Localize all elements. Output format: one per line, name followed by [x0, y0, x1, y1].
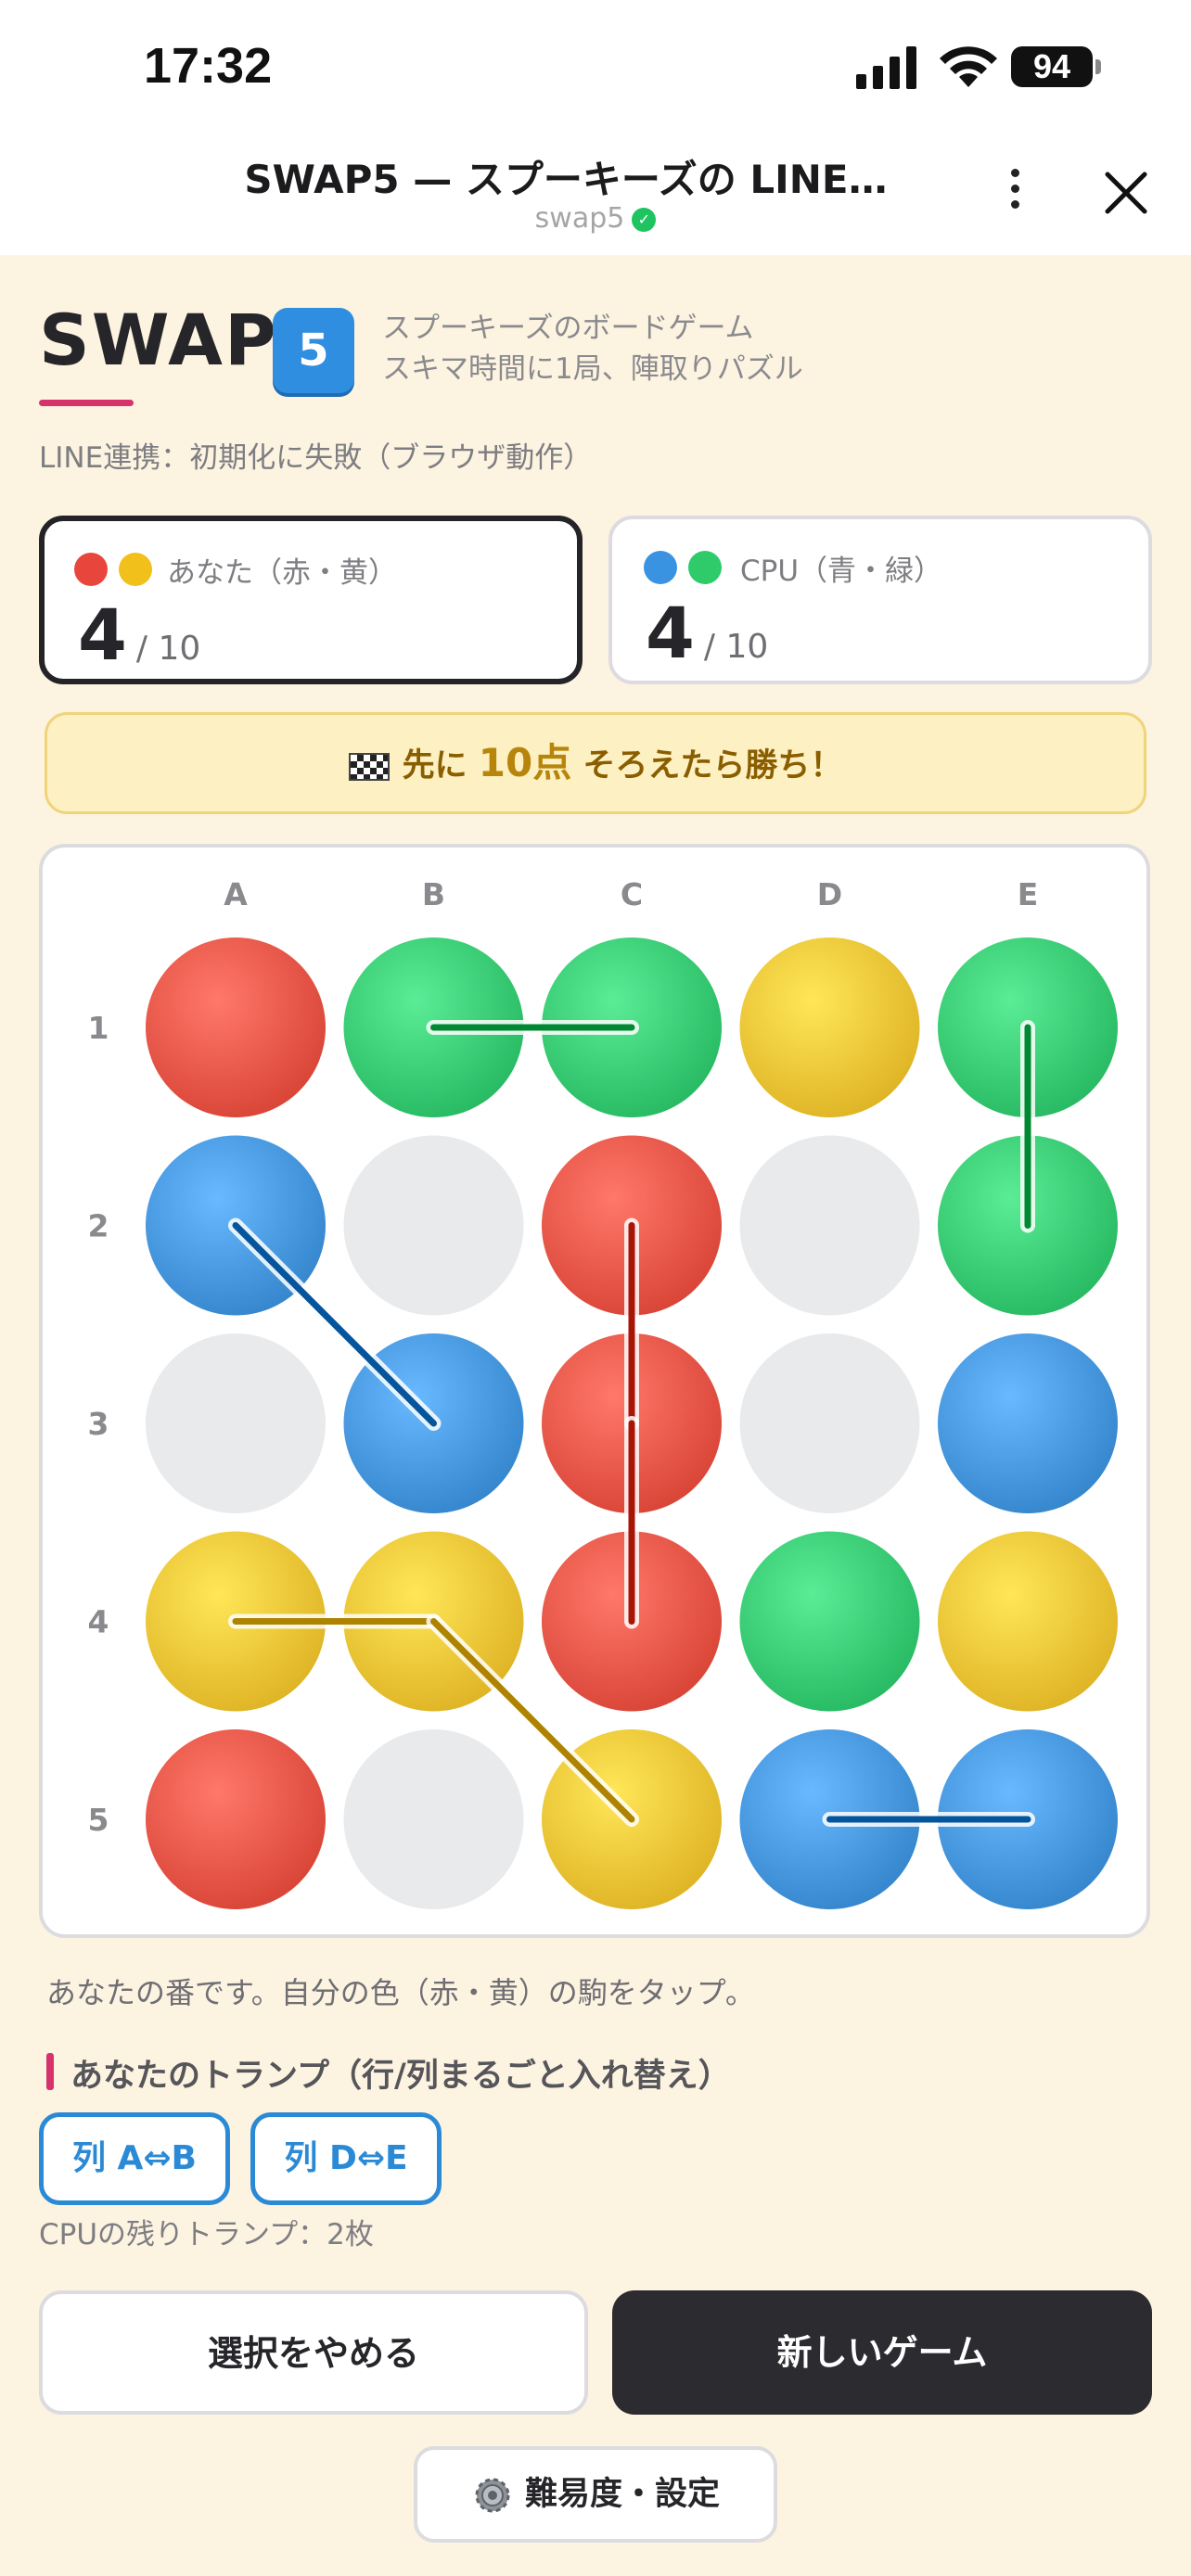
- score-total-you: / 10: [135, 630, 201, 668]
- more-options-icon[interactable]: [1002, 163, 1028, 228]
- logo-badge: 5: [273, 308, 354, 393]
- board-cell-d3-empty[interactable]: [739, 1333, 920, 1513]
- page-subtitle-text: swap5: [534, 202, 625, 235]
- score-card-you: あなた（赤・黄） 4/ 10: [39, 516, 583, 684]
- tagline: スプーキーズのボードゲーム スキマ時間に1局、陣取りパズル: [382, 308, 803, 389]
- board-cell-e4-yellow[interactable]: [938, 1531, 1118, 1712]
- settings-button[interactable]: 難易度・設定: [414, 2446, 777, 2543]
- close-icon[interactable]: [1100, 167, 1152, 219]
- status-time: 17:32: [144, 38, 273, 94]
- verified-badge-icon: ✓: [632, 207, 657, 232]
- board-cell-b5-empty[interactable]: [343, 1729, 524, 1909]
- column-header-a: A: [224, 876, 248, 912]
- cpu-trumps-remaining: CPUの残りトランプ：2枚: [39, 2218, 374, 2251]
- game-board: A B C D E 1 2 3 4 5: [39, 844, 1150, 1938]
- board-cell-a5-red[interactable]: [146, 1729, 326, 1909]
- score-number-cpu: 4: [646, 592, 695, 674]
- board-cell-b2-empty[interactable]: [343, 1135, 524, 1316]
- tagline-line-2: スキマ時間に1局、陣取りパズル: [382, 352, 803, 386]
- row-header-2: 2: [88, 1208, 109, 1244]
- title-bar: SWAP5 — スプーキーズの LINE… swap5 ✓: [0, 139, 1191, 255]
- red-dot-icon: [74, 553, 108, 586]
- battery-tip: [1095, 59, 1101, 74]
- line-status: LINE連携：初期化に失敗（ブラウザ動作）: [39, 441, 593, 475]
- board-cell-a3-empty[interactable]: [146, 1333, 326, 1513]
- goal-target: 10点: [478, 740, 572, 785]
- blue-dot-icon: [644, 551, 677, 584]
- score-label-cpu: CPU（青・緑）: [740, 555, 943, 588]
- board-cell-a1-red[interactable]: [146, 937, 326, 1117]
- wifi-icon: [940, 46, 997, 87]
- cellular-signal-icon: [856, 46, 916, 89]
- column-header-d: D: [817, 876, 842, 912]
- goal-post: そろえたら勝ち！: [583, 747, 843, 784]
- board-canvas: A B C D E 1 2 3 4 5: [88, 876, 1118, 1909]
- new-game-button[interactable]: 新しいゲーム: [612, 2290, 1152, 2415]
- battery-icon: 94: [1011, 46, 1093, 87]
- trump-card-swap-a-b[interactable]: 列 A⇔B: [39, 2112, 230, 2205]
- goal-pre: 先に: [402, 747, 467, 784]
- gear-icon: [475, 2478, 510, 2513]
- board-cell-e3-blue[interactable]: [938, 1333, 1118, 1513]
- yellow-dot-icon: [119, 553, 152, 586]
- green-dot-icon: [688, 551, 722, 584]
- tagline-line-1: スプーキーズのボードゲーム: [382, 312, 754, 345]
- logo-underline: [39, 400, 134, 406]
- row-header-3: 3: [88, 1406, 109, 1442]
- column-header-e: E: [1018, 876, 1039, 912]
- column-header-b: B: [422, 876, 445, 912]
- board-cell-d4-green[interactable]: [739, 1531, 920, 1712]
- score-value-you: 4/ 10: [78, 593, 200, 676]
- turn-message: あなたの番です。自分の色（赤・黄）の駒をタップ。: [46, 1975, 755, 2010]
- score-value-cpu: 4/ 10: [646, 592, 768, 674]
- score-total-cpu: / 10: [703, 628, 769, 666]
- score-label-you: あなた（赤・黄）: [167, 556, 397, 590]
- trumps-heading: あなたのトランプ（行/列まるごと入れ替え）: [46, 2049, 731, 2097]
- score-number-you: 4: [78, 593, 127, 676]
- score-card-cpu: CPU（青・緑） 4/ 10: [608, 516, 1152, 684]
- row-header-5: 5: [88, 1802, 109, 1838]
- goal-banner: 先に 10点 そろえたら勝ち！: [45, 712, 1146, 814]
- status-bar: 17:32 94: [0, 0, 1191, 139]
- row-header-4: 4: [88, 1604, 109, 1640]
- trump-card-swap-d-e[interactable]: 列 D⇔E: [250, 2112, 442, 2205]
- app-logo: SWAP: [39, 299, 278, 381]
- board-cell-d2-empty[interactable]: [739, 1135, 920, 1316]
- board-cell-d1-yellow[interactable]: [739, 937, 920, 1117]
- settings-label: 難易度・設定: [524, 2476, 720, 2513]
- column-header-c: C: [621, 876, 643, 912]
- row-header-1: 1: [88, 1010, 109, 1046]
- page-title: SWAP5 — スプーキーズの LINE…: [244, 157, 888, 202]
- cancel-selection-button[interactable]: 選択をやめる: [39, 2290, 588, 2415]
- checkered-flag-icon: [348, 753, 390, 781]
